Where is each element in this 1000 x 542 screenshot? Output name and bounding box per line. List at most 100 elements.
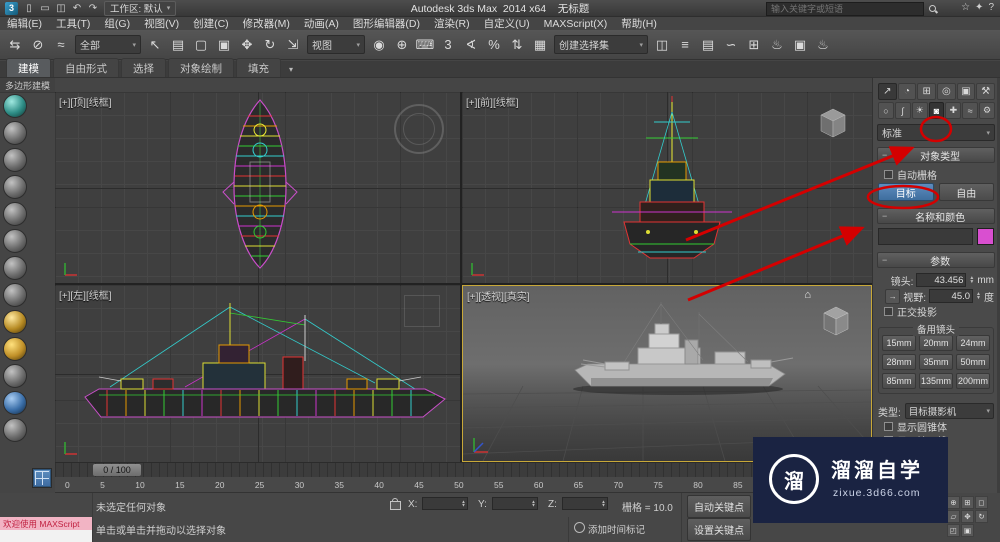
infocenter-favorites-icon[interactable]: ☆ — [961, 2, 970, 13]
undo-icon[interactable]: ↶ — [70, 3, 84, 14]
select-and-link-icon[interactable]: ⇆ — [4, 34, 26, 56]
maxscript-mini-listener-white[interactable] — [0, 530, 92, 542]
cameras-category-icon[interactable]: ◙ — [928, 102, 945, 119]
select-and-scale-icon[interactable]: ⇲ — [282, 34, 304, 56]
menu-item[interactable]: 动画(A) — [297, 16, 346, 31]
stock-lens-button[interactable]: 20mm — [919, 335, 953, 351]
target-camera-button[interactable]: 目标 — [878, 183, 934, 201]
ribbon-tool-orb-icon[interactable] — [3, 337, 27, 361]
lens-spinner[interactable]: ▲ ▼ — [969, 276, 974, 285]
tab-freeform[interactable]: 自由形式 — [53, 58, 119, 77]
lens-value-field[interactable]: 43.456 — [916, 273, 967, 287]
open-file-icon[interactable]: ▭ — [38, 3, 52, 14]
free-camera-button[interactable]: 自由 — [938, 183, 994, 201]
shapes-category-icon[interactable]: ∫ — [894, 102, 911, 119]
curve-editor-icon[interactable]: ∽ — [720, 34, 742, 56]
object-color-swatch[interactable] — [977, 228, 994, 245]
menu-item[interactable]: 组(G) — [97, 16, 137, 31]
geometry-category-icon[interactable]: ○ — [878, 102, 894, 119]
viewcube-compass-icon[interactable] — [394, 104, 444, 154]
menu-item[interactable]: MAXScript(X) — [537, 18, 615, 30]
viewport-front-label[interactable]: [+][前][线框] — [466, 94, 519, 109]
menu-item[interactable]: 修改器(M) — [236, 16, 297, 31]
infocenter-communication-icon[interactable]: ✦ — [975, 2, 983, 13]
select-and-manipulate-icon[interactable]: ⊕ — [391, 34, 413, 56]
fov-direction-flyout-button[interactable]: → — [885, 288, 901, 304]
viewcube-icon[interactable] — [815, 302, 857, 340]
battleship-front-view-wireframe[interactable] — [462, 92, 872, 283]
zoom-extents-icon[interactable]: ◻ — [975, 496, 988, 509]
menu-item[interactable]: 渲染(R) — [427, 16, 477, 31]
viewport-layout-tabs-icon[interactable] — [32, 468, 52, 488]
systems-category-icon[interactable]: ⚙ — [979, 102, 996, 119]
polygon-modeling-panel-label[interactable]: 多边形建模 — [0, 78, 55, 93]
ribbon-tool-orb-icon[interactable] — [3, 94, 27, 118]
modify-tab-icon[interactable]: ◔ — [897, 83, 917, 100]
redo-icon[interactable]: ↷ — [86, 3, 100, 14]
rectangular-selection-icon[interactable]: ▢ — [190, 34, 212, 56]
time-slider-handle[interactable]: 0 / 100 — [93, 464, 141, 476]
utilities-tab-icon[interactable]: ⚒ — [976, 83, 996, 100]
viewport-left-label[interactable]: [+][左][线框] — [59, 287, 112, 302]
select-and-rotate-icon[interactable]: ↻ — [259, 34, 281, 56]
workspace-dropdown[interactable]: 工作区: 默认 — [104, 0, 177, 16]
motion-tab-icon[interactable]: ◎ — [937, 83, 956, 100]
stock-lens-button[interactable]: 200mm — [956, 373, 990, 389]
set-key-button[interactable]: 设置关键点 — [687, 518, 751, 541]
orthographic-projection-checkbox[interactable] — [884, 306, 893, 316]
viewcube-icon[interactable] — [812, 104, 854, 142]
tab-populate[interactable]: 填充 — [236, 58, 281, 77]
window-crossing-icon[interactable]: ▣ — [213, 34, 235, 56]
orbit-icon[interactable]: ↻ — [975, 510, 988, 523]
viewport-front[interactable]: [+][前][线框] — [462, 92, 872, 283]
viewport-left[interactable]: [+][左][线框] — [55, 285, 460, 462]
battleship-perspective-render[interactable] — [463, 286, 871, 461]
snaps-toggle-icon[interactable]: 3 — [437, 34, 459, 56]
ribbon-tool-orb-icon[interactable] — [3, 310, 27, 334]
ribbon-tool-orb-icon[interactable] — [3, 175, 27, 199]
viewcube-faint-icon[interactable] — [404, 295, 440, 327]
menu-item[interactable]: 图形编辑器(D) — [346, 16, 427, 31]
show-cone-checkbox[interactable] — [884, 421, 893, 431]
zoom-all-icon[interactable]: ⊞ — [961, 496, 974, 509]
battleship-side-view-wireframe[interactable] — [55, 285, 460, 459]
rendered-frame-icon[interactable]: ▣ — [789, 34, 811, 56]
ribbon-tool-orb-icon[interactable] — [3, 256, 27, 280]
pan-icon[interactable]: ✥ — [961, 510, 974, 523]
zoom-icon[interactable]: ⊕ — [947, 496, 960, 509]
stock-lens-button[interactable]: 28mm — [882, 354, 916, 370]
autogrid-checkbox[interactable] — [884, 169, 893, 179]
tab-object-paint[interactable]: 对象绘制 — [168, 58, 234, 77]
auto-key-button[interactable]: 自动关键点 — [687, 495, 751, 518]
align-icon[interactable]: ≡ — [674, 34, 696, 56]
object-name-field[interactable] — [878, 228, 973, 245]
hierarchy-tab-icon[interactable]: ⊞ — [917, 83, 937, 100]
stock-lens-button[interactable]: 50mm — [956, 354, 990, 370]
add-time-tag-button[interactable]: 添加时间标记 — [588, 522, 645, 536]
viewport-perspective-active[interactable]: [+][透视][真实] ⌂ — [462, 285, 872, 462]
z-coordinate-field[interactable]: ▲ ▼ — [562, 497, 608, 510]
viewport-top-label[interactable]: [+][顶][线框] — [59, 94, 112, 109]
percent-snap-icon[interactable]: % — [483, 34, 505, 56]
stock-lens-button[interactable]: 15mm — [882, 335, 916, 351]
viewcube-home-icon[interactable]: ⌂ — [804, 289, 811, 301]
named-selection-set-dropdown[interactable]: 创建选择集 — [554, 35, 648, 54]
fov-spinner[interactable]: ▲ ▼ — [976, 292, 981, 301]
space-warps-category-icon[interactable]: ≈ — [962, 102, 979, 119]
stock-lens-button[interactable]: 35mm — [919, 354, 953, 370]
selection-lock-icon[interactable] — [390, 498, 401, 510]
ribbon-tool-orb-icon[interactable] — [3, 148, 27, 172]
unlink-selection-icon[interactable]: ⊘ — [27, 34, 49, 56]
ribbon-tool-orb-icon[interactable] — [3, 229, 27, 253]
layer-manager-icon[interactable]: ▤ — [697, 34, 719, 56]
ribbon-tool-orb-icon[interactable] — [3, 283, 27, 307]
select-and-move-icon[interactable]: ✥ — [236, 34, 258, 56]
mirror-icon[interactable]: ◫ — [651, 34, 673, 56]
render-setup-icon[interactable]: ♨ — [766, 34, 788, 56]
tab-modeling[interactable]: 建模 — [6, 58, 51, 77]
lights-category-icon[interactable]: ☀ — [911, 102, 928, 119]
selection-filter-dropdown[interactable]: 全部 — [75, 35, 141, 54]
menu-item[interactable]: 编辑(E) — [0, 16, 49, 31]
select-object-icon[interactable]: ↖ — [144, 34, 166, 56]
spinner-snap-icon[interactable]: ⇅ — [506, 34, 528, 56]
